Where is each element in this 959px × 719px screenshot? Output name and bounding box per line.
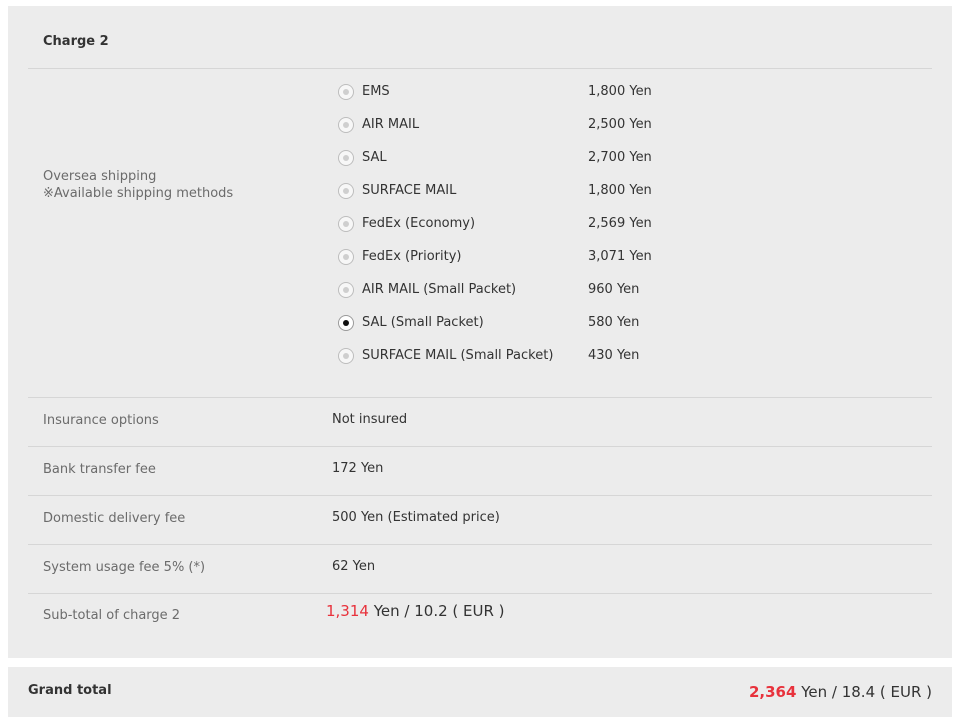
shipping-method-price: 2,700 Yen bbox=[588, 150, 652, 165]
shipping-method-name: FedEx (Priority) bbox=[362, 249, 462, 264]
grand-total-label: Grand total bbox=[28, 683, 112, 698]
subtotal-value: 1,314 Yen / 10.2 ( EUR ) bbox=[326, 602, 505, 620]
shipping-method-price: 2,500 Yen bbox=[588, 117, 652, 132]
system-fee-label: System usage fee 5% (*) bbox=[43, 560, 206, 575]
shipping-method-price: 3,071 Yen bbox=[588, 249, 652, 264]
domestic-fee-label: Domestic delivery fee bbox=[43, 511, 186, 526]
shipping-option[interactable]: FedEx (Economy) 2,569 Yen bbox=[338, 216, 678, 236]
grand-total-converted: / 18.4 ( EUR ) bbox=[831, 683, 932, 701]
shipping-method-price: 1,800 Yen bbox=[588, 183, 652, 198]
grand-total-unit: Yen bbox=[801, 683, 828, 701]
shipping-method-name: SAL bbox=[362, 150, 387, 165]
shipping-option[interactable]: SAL 2,700 Yen bbox=[338, 150, 678, 170]
shipping-option[interactable]: AIR MAIL 2,500 Yen bbox=[338, 117, 678, 137]
shipping-method-name: EMS bbox=[362, 84, 390, 99]
shipping-method-name: FedEx (Economy) bbox=[362, 216, 476, 231]
charge-title: Charge 2 bbox=[43, 34, 109, 49]
divider bbox=[28, 397, 932, 398]
shipping-method-price: 580 Yen bbox=[588, 315, 640, 330]
bank-fee-label: Bank transfer fee bbox=[43, 462, 156, 477]
shipping-method-price: 1,800 Yen bbox=[588, 84, 652, 99]
grand-total-panel: Grand total 2,364 Yen / 18.4 ( EUR ) bbox=[8, 667, 952, 717]
shipping-option[interactable]: SURFACE MAIL (Small Packet) 430 Yen bbox=[338, 348, 678, 368]
grand-total-amount: 2,364 bbox=[748, 683, 797, 701]
radio-button[interactable] bbox=[338, 150, 354, 166]
oversea-shipping-label: Oversea shipping ※Available shipping met… bbox=[43, 168, 233, 202]
domestic-fee-value: 500 Yen (Estimated price) bbox=[332, 510, 500, 525]
subtotal-converted: / 10.2 ( EUR ) bbox=[404, 602, 505, 620]
subtotal-label: Sub-total of charge 2 bbox=[43, 608, 181, 623]
shipping-option[interactable]: AIR MAIL (Small Packet) 960 Yen bbox=[338, 282, 678, 302]
divider bbox=[28, 68, 932, 69]
shipping-method-price: 960 Yen bbox=[588, 282, 640, 297]
system-fee-value: 62 Yen bbox=[332, 559, 376, 574]
shipping-method-name: AIR MAIL bbox=[362, 117, 420, 132]
subtotal-amount: 1,314 bbox=[326, 602, 369, 620]
shipping-option[interactable]: SURFACE MAIL 1,800 Yen bbox=[338, 183, 678, 203]
radio-button[interactable] bbox=[338, 183, 354, 199]
grand-total-value: 2,364 Yen / 18.4 ( EUR ) bbox=[749, 683, 932, 701]
radio-button[interactable] bbox=[338, 117, 354, 133]
oversea-shipping-note: ※Available shipping methods bbox=[43, 186, 234, 201]
shipping-option[interactable]: FedEx (Priority) 3,071 Yen bbox=[338, 249, 678, 269]
shipping-method-price: 430 Yen bbox=[588, 348, 640, 363]
radio-button[interactable] bbox=[338, 249, 354, 265]
divider bbox=[28, 446, 932, 447]
radio-button[interactable] bbox=[338, 315, 354, 331]
subtotal-unit: Yen bbox=[373, 602, 400, 620]
bank-fee-value: 172 Yen bbox=[332, 461, 384, 476]
divider bbox=[28, 495, 932, 496]
oversea-shipping-title: Oversea shipping bbox=[43, 169, 157, 184]
radio-button[interactable] bbox=[338, 348, 354, 364]
shipping-method-name: AIR MAIL (Small Packet) bbox=[362, 282, 517, 297]
shipping-method-name: SURFACE MAIL (Small Packet) bbox=[362, 348, 554, 363]
charge-panel: Charge 2 Oversea shipping ※Available shi… bbox=[8, 6, 952, 658]
shipping-method-name: SAL (Small Packet) bbox=[362, 315, 484, 330]
shipping-method-price: 2,569 Yen bbox=[588, 216, 652, 231]
insurance-label: Insurance options bbox=[43, 413, 159, 428]
divider bbox=[28, 544, 932, 545]
radio-button[interactable] bbox=[338, 282, 354, 298]
shipping-option[interactable]: SAL (Small Packet) 580 Yen bbox=[338, 315, 678, 335]
insurance-value: Not insured bbox=[332, 412, 408, 427]
shipping-method-name: SURFACE MAIL bbox=[362, 183, 457, 198]
radio-button[interactable] bbox=[338, 84, 354, 100]
divider bbox=[28, 593, 932, 594]
shipping-option[interactable]: EMS 1,800 Yen bbox=[338, 84, 678, 104]
radio-button[interactable] bbox=[338, 216, 354, 232]
